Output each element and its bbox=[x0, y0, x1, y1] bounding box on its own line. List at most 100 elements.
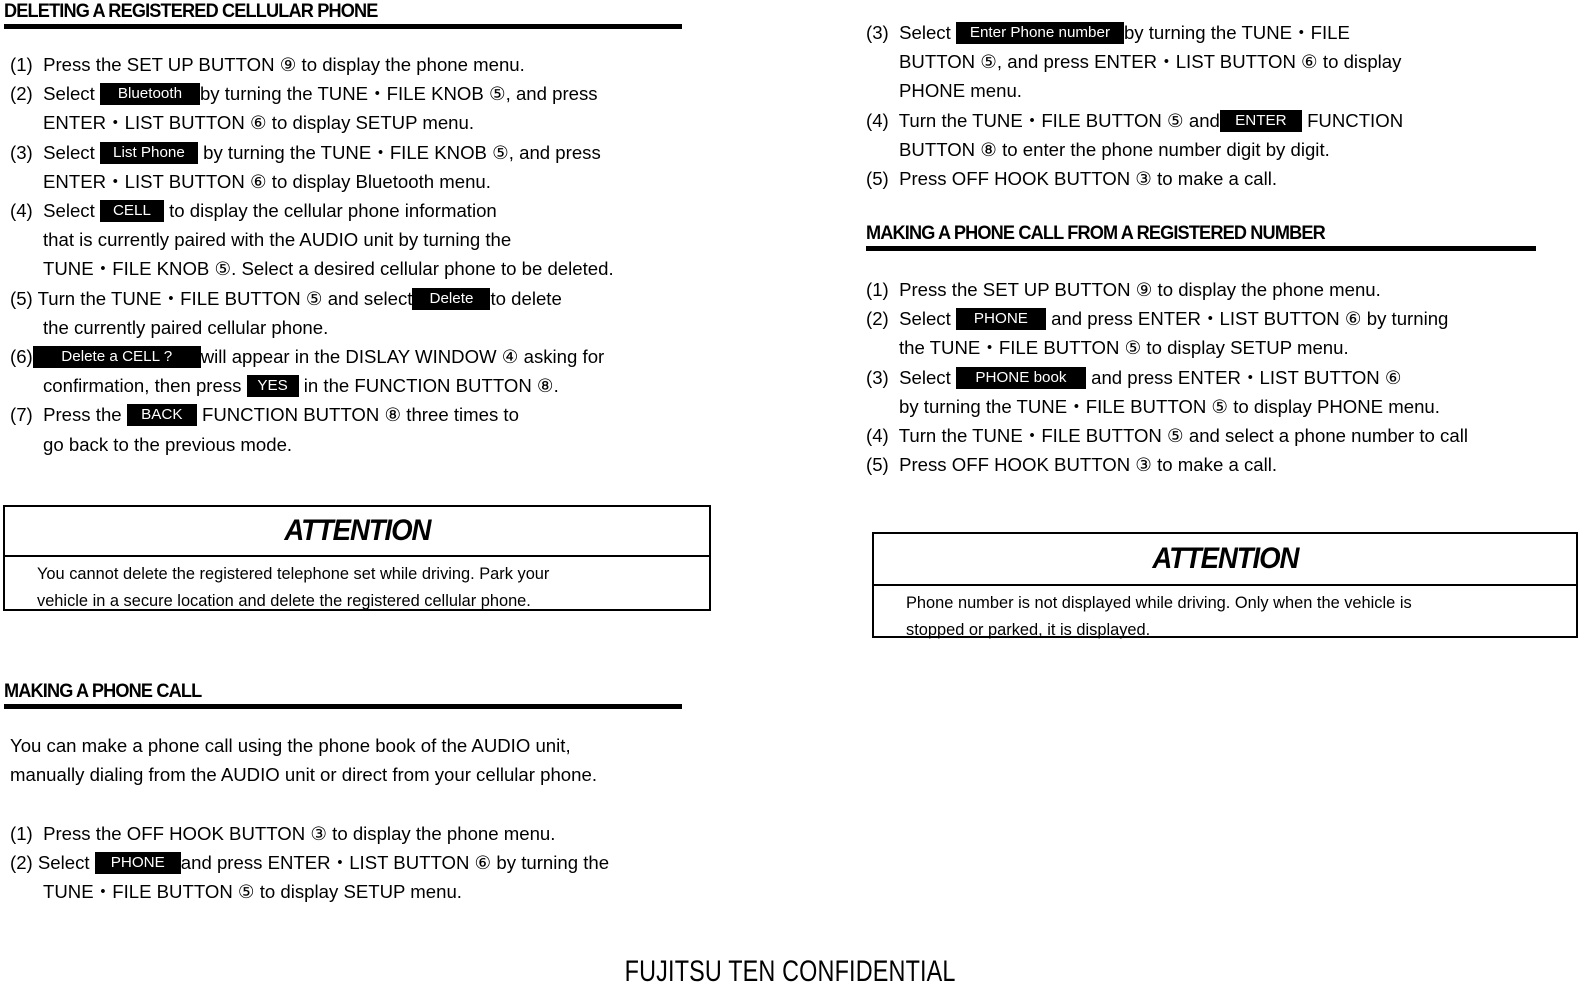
attention-heading: ATTENTION bbox=[5, 507, 709, 557]
step-text: Press the SET UP BUTTON ⑨ to display the… bbox=[43, 54, 525, 75]
document-page: DELETING A REGISTERED CELLULAR PHONE (1)… bbox=[0, 0, 1580, 1002]
display-chip-back[interactable]: BACK bbox=[126, 404, 197, 427]
step-5: (5) Press OFF HOOK BUTTON ③ to make a ca… bbox=[866, 164, 1580, 193]
display-chip-enter-phone-number[interactable]: Enter Phone number bbox=[955, 22, 1124, 44]
step-number: (4) bbox=[866, 425, 889, 447]
step-3-line2: ENTER・LIST BUTTON ⑥ to display Bluetooth… bbox=[43, 170, 491, 192]
step-text-pre: Select bbox=[899, 308, 951, 330]
step-text: Turn the TUNE・FILE BUTTON ⑤ and select a… bbox=[898, 425, 1468, 447]
display-chip-phone[interactable]: PHONE bbox=[94, 851, 181, 874]
step-text: Press OFF HOOK BUTTON ③ to make a call. bbox=[899, 168, 1278, 190]
step-text-pre: Press the bbox=[43, 404, 122, 426]
step-6: (6) Delete a CELL ? will appear in the DIS… bbox=[10, 342, 724, 371]
step-text-pre: Select bbox=[37, 851, 90, 873]
attention-line-2: stopped or parked, it is displayed. bbox=[906, 621, 1151, 639]
step-3-line2: BUTTON ⑤, and press ENTER・LIST BUTTON ⑥ … bbox=[899, 51, 1402, 73]
step-text: Press OFF HOOK BUTTON ③ to make a call. bbox=[899, 454, 1278, 476]
step-number: (7) bbox=[10, 404, 33, 426]
step-5-line2: the currently paired cellular phone. bbox=[43, 316, 329, 338]
display-chip-enter[interactable]: ENTER bbox=[1219, 109, 1302, 132]
step-5: (5) Press OFF HOOK BUTTON ③ to make a ca… bbox=[866, 450, 1580, 479]
step-text-pre: Select bbox=[899, 366, 951, 388]
step-2: (2) Select PHONE and press ENTER・LIST BU… bbox=[866, 304, 1580, 333]
display-chip-yes[interactable]: YES bbox=[246, 375, 299, 398]
step-text-post: FUNCTION BUTTON ⑧ three times to bbox=[201, 404, 519, 426]
step-4-line3: TUNE・FILE KNOB ⑤. Select a desired cellu… bbox=[43, 258, 614, 280]
step-text-post: and press ENTER・LIST BUTTON ⑥ by turning… bbox=[180, 851, 610, 873]
step-text-post: and press ENTER・LIST BUTTON ⑥ bbox=[1091, 366, 1402, 388]
attention-body: You cannot delete the registered telepho… bbox=[5, 557, 709, 619]
step-2: (2) Select PHONE and press ENTER・LIST BUT… bbox=[10, 848, 724, 877]
step-text-post: by turning the TUNE・FILE KNOB ⑤, and pre… bbox=[199, 83, 598, 105]
attention-body: Phone number is not displayed while driv… bbox=[874, 586, 1576, 648]
step-number: (1) bbox=[10, 822, 33, 844]
step-4-line2: BUTTON ⑧ to enter the phone number digit… bbox=[899, 138, 1330, 160]
step-number: (3) bbox=[866, 366, 889, 388]
section1-steps: (1) Press the SET UP BUTTON ⑨ to display… bbox=[10, 50, 724, 459]
display-chip-bluetooth[interactable]: Bluetooth bbox=[99, 83, 200, 106]
section1-continued-steps: (3) Select Enter Phone number by turning … bbox=[866, 18, 1580, 193]
step-7-line2: go back to the previous mode. bbox=[43, 433, 293, 455]
attention-line-1: You cannot delete the registered telepho… bbox=[37, 565, 550, 583]
step-text-post: in the FUNCTION BUTTON ⑧. bbox=[303, 375, 559, 397]
step-text-pre: Select bbox=[899, 22, 951, 43]
step-3: (3) Select PHONE book and press ENTER・LI… bbox=[866, 363, 1580, 392]
step-6-line2: confirmation, then press YES in the FUNC… bbox=[10, 371, 724, 400]
attention-line-2: vehicle in a secure location and delete … bbox=[37, 592, 531, 610]
step-7: (7) Press the BACK FUNCTION BUTTON ⑧ thr… bbox=[10, 400, 724, 429]
section2-body: You can make a phone call using the phon… bbox=[10, 731, 724, 906]
attention-box-left: ATTENTION You cannot delete the register… bbox=[3, 505, 711, 611]
attention-box-right: ATTENTION Phone number is not displayed … bbox=[872, 532, 1578, 639]
step-1: (1) Press the SET UP BUTTON ⑨ to display… bbox=[866, 275, 1580, 304]
step-number: (2) bbox=[10, 851, 33, 873]
step-text-post: FUNCTION bbox=[1307, 109, 1404, 131]
step-5: (5) Turn the TUNE・FILE BUTTON ⑤ and sele… bbox=[10, 284, 724, 313]
step-2-line2: TUNE・FILE BUTTON ⑤ to display SETUP menu… bbox=[43, 881, 462, 902]
step-4: (4) Turn the TUNE・FILE BUTTON ⑤ and ENTER… bbox=[866, 106, 1580, 135]
step-4: (4) Turn the TUNE・FILE BUTTON ⑤ and sele… bbox=[866, 421, 1580, 450]
step-number: (3) bbox=[866, 22, 889, 43]
step-2-line2: the TUNE・FILE BUTTON ⑤ to display SETUP … bbox=[899, 337, 1349, 359]
step-number: (5) bbox=[866, 454, 889, 476]
section2-steps: (1) Press the SET UP BUTTON ⑨ to display… bbox=[866, 275, 1580, 479]
attention-line-1: Phone number is not displayed while driv… bbox=[906, 594, 1412, 612]
intro-line-2: manually dialing from the AUDIO unit or … bbox=[10, 764, 598, 786]
section-making-a-phone-call-from-registered-number: MAKING A PHONE CALL FROM A REGISTERED NU… bbox=[866, 222, 1536, 251]
section-making-a-phone-call: MAKING A PHONE CALL bbox=[4, 680, 682, 709]
step-text-pre: Select bbox=[43, 141, 95, 163]
step-2-line2: ENTER・LIST BUTTON ⑥ to display SETUP men… bbox=[43, 112, 475, 134]
step-number: (5) bbox=[10, 287, 33, 309]
step-text-pre: confirmation, then press bbox=[43, 375, 242, 397]
step-text-post: by turning the TUNE・FILE bbox=[1123, 22, 1350, 43]
section-rule bbox=[4, 24, 682, 29]
display-chip-cell[interactable]: CELL bbox=[99, 200, 164, 223]
step-number: (1) bbox=[866, 279, 889, 300]
display-chip-delete-a-cell[interactable]: Delete a CELL ? bbox=[32, 346, 201, 369]
step-number: (2) bbox=[866, 308, 889, 330]
step-4: (4) Select CELL to display the cellular … bbox=[10, 196, 724, 225]
step-text-post: and press ENTER・LIST BUTTON ⑥ by turning bbox=[1051, 308, 1449, 330]
display-chip-phone[interactable]: PHONE bbox=[955, 308, 1046, 331]
display-chip-phone-book[interactable]: PHONE book bbox=[955, 366, 1086, 389]
step-number: (1) bbox=[10, 54, 33, 75]
display-chip-delete[interactable]: Delete bbox=[412, 287, 491, 310]
step-1: (1) Press the OFF HOOK BUTTON ③ to displ… bbox=[10, 819, 724, 848]
step-text-post: by turning the TUNE・FILE KNOB ⑤, and pre… bbox=[203, 141, 601, 163]
attention-heading-text: ATTENTION bbox=[1152, 542, 1299, 575]
section-rule bbox=[866, 246, 1536, 251]
step-number: (3) bbox=[10, 141, 33, 163]
step-text: Press the SET UP BUTTON ⑨ to display the… bbox=[899, 279, 1381, 300]
step-number: (4) bbox=[866, 109, 889, 131]
section-title: MAKING A PHONE CALL bbox=[4, 680, 202, 702]
step-number: (6) bbox=[10, 346, 33, 368]
step-4-line2: that is currently paired with the AUDIO … bbox=[43, 229, 512, 251]
section-rule bbox=[4, 704, 682, 709]
step-3: (3) Select List Phone by turning the TUN… bbox=[10, 138, 724, 167]
attention-heading: ATTENTION bbox=[874, 534, 1576, 586]
step-number: (5) bbox=[866, 168, 889, 190]
step-3: (3) Select Enter Phone number by turning … bbox=[866, 18, 1580, 47]
display-chip-list-phone[interactable]: List Phone bbox=[99, 141, 198, 164]
step-text-pre: Select bbox=[43, 200, 95, 222]
attention-heading-text: ATTENTION bbox=[284, 514, 431, 547]
